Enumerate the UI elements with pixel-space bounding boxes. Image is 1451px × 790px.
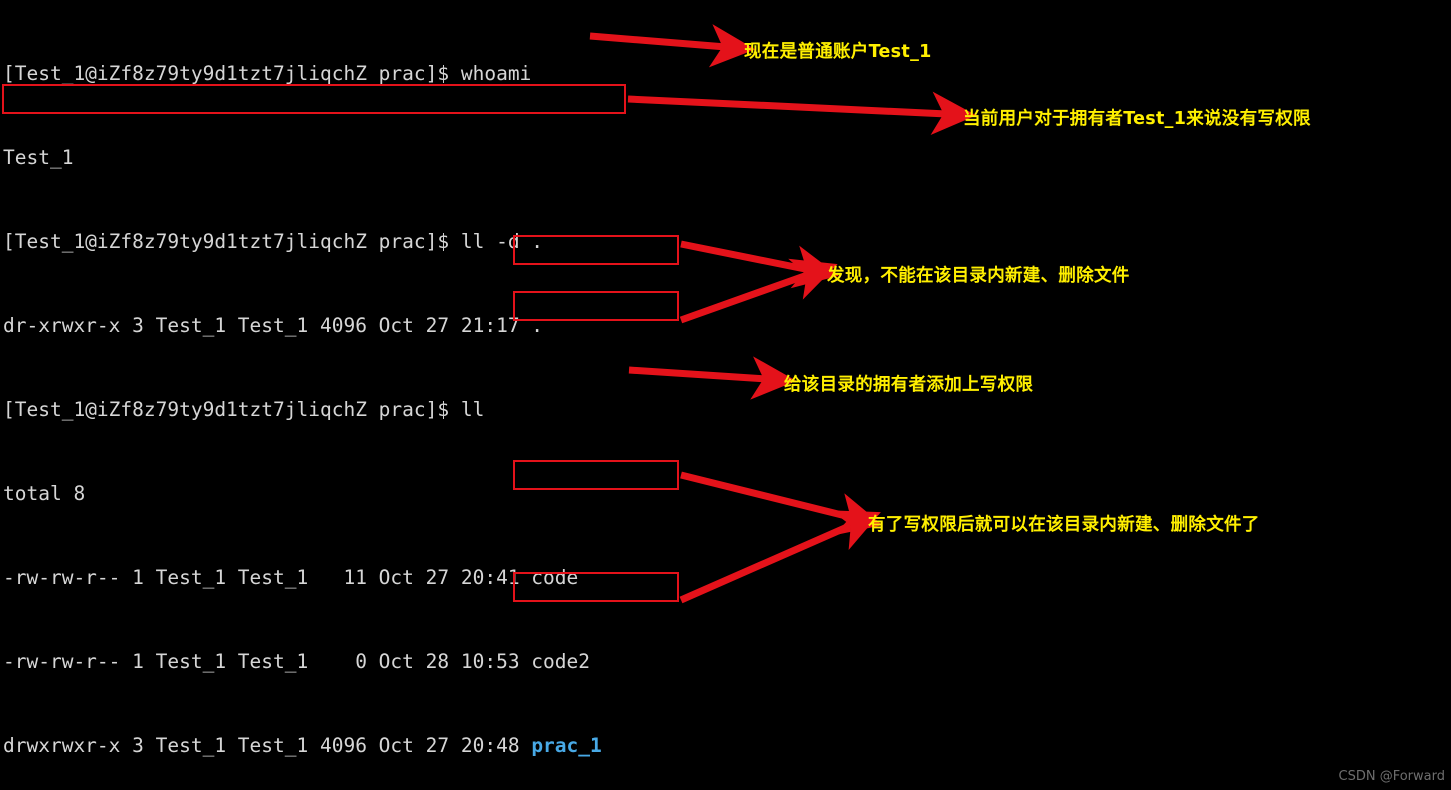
arrow-to-note-3 <box>679 240 839 324</box>
arrow-to-note-1 <box>589 24 756 68</box>
annotation-note-4: 给该目录的拥有者添加上写权限 <box>784 375 1034 395</box>
arrow-to-note-2 <box>627 91 977 135</box>
annotation-note-5: 有了写权限后就可以在该目录内新建、删除文件了 <box>868 515 1260 535</box>
annotation-note-3: 发现，不能在该目录内新建、删除文件 <box>827 266 1130 286</box>
watermark: CSDN @Forward <box>1338 769 1445 784</box>
arrow-to-note-4 <box>628 356 797 400</box>
arrow-to-note-5 <box>679 471 883 604</box>
terminal-window: [Test_1@iZf8z79ty9d1tzt7jliqchZ prac]$ w… <box>0 0 1451 790</box>
annotation-note-2: 当前用户对于拥有者Test_1来说没有写权限 <box>963 109 1311 129</box>
annotation-note-1: 现在是普通账户Test_1 <box>744 42 932 62</box>
